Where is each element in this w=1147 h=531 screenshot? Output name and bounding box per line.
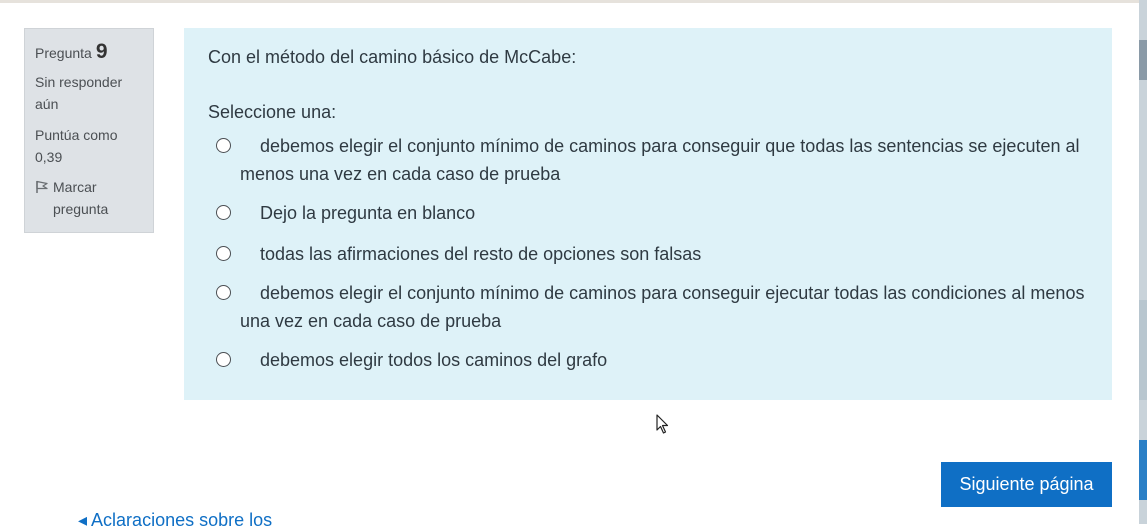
question-grade: Puntúa como 0,39 xyxy=(35,127,118,165)
question-info-box: Pregunta 9 Sin responder aún Puntúa como… xyxy=(24,28,154,233)
answer-radio[interactable] xyxy=(216,205,231,220)
answer-option[interactable]: todas las afirmaciones del resto de opci… xyxy=(208,240,1088,268)
question-status: Sin responder aún xyxy=(35,74,123,112)
answer-options: debemos elegir el conjunto mínimo de cam… xyxy=(208,132,1088,374)
answer-label[interactable]: debemos elegir el conjunto mínimo de cam… xyxy=(240,132,1088,188)
next-page-button[interactable]: Siguiente página xyxy=(941,462,1112,507)
answer-radio[interactable] xyxy=(216,246,231,261)
question-label: Pregunta xyxy=(35,45,92,61)
answer-label[interactable]: debemos elegir todos los caminos del gra… xyxy=(240,346,607,374)
right-edge-background xyxy=(1139,0,1147,524)
flag-question-link[interactable]: Marcar pregunta xyxy=(35,176,143,220)
previous-activity-link[interactable]: ◂ Aclaraciones sobre los xyxy=(78,510,272,531)
answer-radio[interactable] xyxy=(216,352,231,367)
answer-radio[interactable] xyxy=(216,285,231,300)
answer-option[interactable]: debemos elegir todos los caminos del gra… xyxy=(208,346,1088,374)
answer-option[interactable]: Dejo la pregunta en blanco xyxy=(208,199,1088,227)
question-number-value: 9 xyxy=(95,40,108,63)
answer-label[interactable]: todas las afirmaciones del resto de opci… xyxy=(240,240,701,268)
flag-icon xyxy=(36,180,48,193)
answer-label[interactable]: Dejo la pregunta en blanco xyxy=(240,199,475,227)
mouse-cursor-icon xyxy=(656,414,669,434)
answer-option[interactable]: debemos elegir el conjunto mínimo de cam… xyxy=(208,279,1088,335)
answer-radio[interactable] xyxy=(216,138,231,153)
top-background-strip xyxy=(0,0,1147,3)
question-number: Pregunta 9 xyxy=(35,41,143,64)
answer-prompt: Seleccione una: xyxy=(208,102,337,122)
answer-label[interactable]: debemos elegir el conjunto mínimo de cam… xyxy=(240,279,1088,335)
flag-question-label[interactable]: Marcar pregunta xyxy=(53,176,143,220)
question-content: Con el método del camino básico de McCab… xyxy=(184,28,1112,400)
answer-option[interactable]: debemos elegir el conjunto mínimo de cam… xyxy=(208,132,1088,188)
question-text: Con el método del camino básico de McCab… xyxy=(208,47,577,67)
